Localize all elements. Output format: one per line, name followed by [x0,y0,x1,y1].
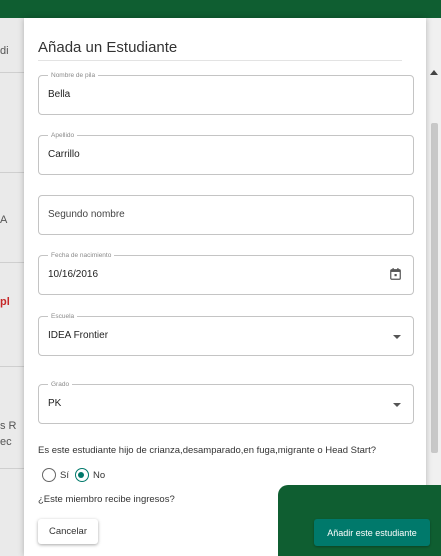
scrollbar-thumb[interactable] [431,123,438,453]
school-select[interactable]: Escuela IDEA Frontier [38,312,414,356]
background-page-left [0,18,24,556]
first-name-field[interactable]: Nombre de pila Bella [38,71,414,115]
background-divider [0,72,24,73]
middle-name-placeholder[interactable]: Segundo nombre [48,209,125,220]
foster-radio-group: Sí No [42,467,111,483]
chevron-down-icon[interactable] [393,335,401,339]
background-text-fragment: s R [0,420,17,432]
last-name-field[interactable]: Apellido Carrillo [38,131,414,175]
last-name-label: Apellido [48,131,78,140]
first-name-value[interactable]: Bella [48,89,70,100]
radio-yes[interactable] [42,468,56,482]
background-divider [0,262,24,263]
middle-name-field[interactable]: Segundo nombre [38,195,414,235]
radio-yes-label[interactable]: Sí [60,470,69,481]
background-text-fragment: A [0,214,8,226]
cancel-button[interactable]: Cancelar [38,519,98,544]
first-name-label: Nombre de pila [48,71,99,80]
add-student-button[interactable]: Añadir este estudiante [314,519,430,546]
background-divider [0,366,24,367]
background-text-fragment: di [0,45,9,57]
scroll-up-arrow-icon[interactable] [430,70,438,75]
calendar-icon[interactable] [390,268,401,280]
radio-no-label[interactable]: No [93,470,105,481]
grade-select[interactable]: Grado PK [38,380,414,424]
birth-date-value[interactable]: 10/16/2016 [48,269,98,280]
background-text-fragment: ec [0,436,12,448]
radio-no[interactable] [74,468,89,482]
background-divider [0,172,24,173]
last-name-value[interactable]: Carrillo [48,149,80,160]
income-question: ¿Este miembro recibe ingresos? [38,494,175,505]
grade-label: Grado [48,380,73,389]
chevron-down-icon[interactable] [393,403,401,407]
title-divider [38,60,402,61]
foster-question: Es este estudiante hijo de crianza,desam… [38,445,376,456]
add-student-dialog: Añada un Estudiante Nombre de pila Bella… [24,18,426,556]
background-text-fragment: pl [0,296,10,308]
school-value[interactable]: IDEA Frontier [48,330,108,341]
school-label: Escuela [48,312,78,321]
dialog-title: Añada un Estudiante [38,39,178,56]
grade-value[interactable]: PK [48,398,61,409]
birth-date-label: Fecha de nacimiento [48,251,115,260]
background-divider [0,468,24,469]
birth-date-field[interactable]: Fecha de nacimiento 10/16/2016 [38,251,414,295]
app-header-bar [0,0,441,18]
